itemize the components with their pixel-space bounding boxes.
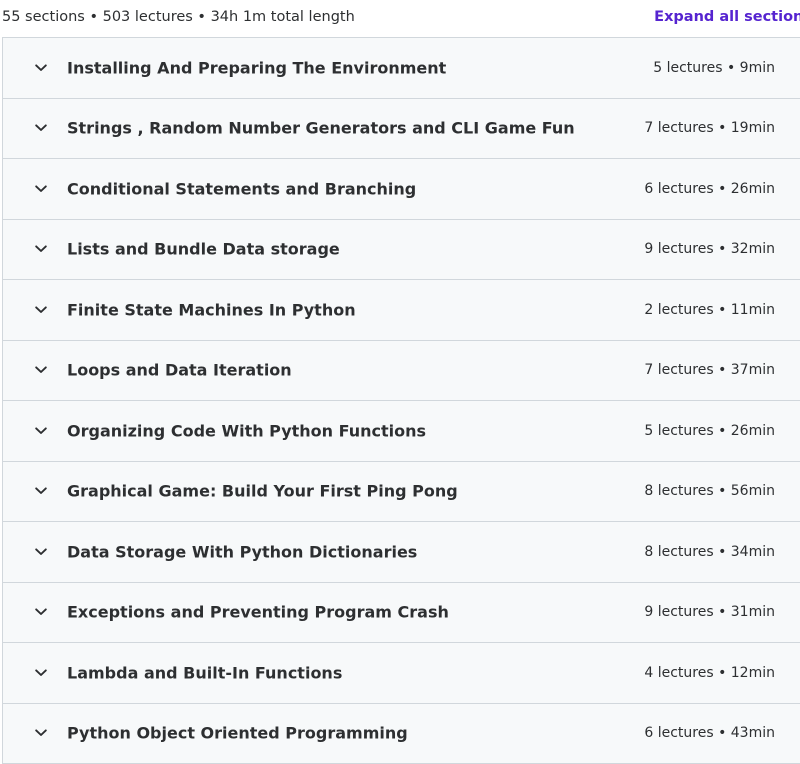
section-lecture-count: 6 lectures • 26min: [644, 181, 775, 197]
curriculum-section[interactable]: Exceptions and Preventing Program Crash 9…: [3, 583, 800, 644]
section-lecture-count: 5 lectures • 9min: [653, 60, 775, 76]
section-title: Finite State Machines In Python: [67, 300, 356, 319]
chevron-down-icon: [34, 242, 48, 256]
curriculum-section-list: Installing And Preparing The Environment…: [2, 37, 800, 764]
chevron-down-icon: [34, 424, 48, 438]
chevron-down-icon: [34, 545, 48, 559]
section-title: Loops and Data Iteration: [67, 361, 292, 380]
chevron-down-icon: [34, 121, 48, 135]
chevron-down-icon: [34, 605, 48, 619]
section-lecture-count: 6 lectures • 43min: [644, 725, 775, 741]
section-lecture-count: 7 lectures • 19min: [644, 120, 775, 136]
section-lecture-count: 9 lectures • 32min: [644, 241, 775, 257]
section-lecture-count: 2 lectures • 11min: [644, 302, 775, 318]
section-title: Conditional Statements and Branching: [67, 179, 416, 198]
section-title: Lists and Bundle Data storage: [67, 240, 340, 259]
curriculum-section[interactable]: Data Storage With Python Dictionaries 8 l…: [3, 522, 800, 583]
curriculum-section[interactable]: Loops and Data Iteration 7 lectures • 37m…: [3, 341, 800, 402]
curriculum-section[interactable]: Graphical Game: Build Your First Ping Po…: [3, 462, 800, 523]
section-lecture-count: 7 lectures • 37min: [644, 362, 775, 378]
section-title: Organizing Code With Python Functions: [67, 421, 426, 440]
chevron-down-icon: [34, 666, 48, 680]
section-title: Data Storage With Python Dictionaries: [67, 542, 417, 561]
section-title: Exceptions and Preventing Program Crash: [67, 603, 449, 622]
section-title: Python Object Oriented Programming: [67, 724, 408, 743]
section-title: Strings , Random Number Generators and C…: [67, 119, 575, 138]
expand-all-sections-button[interactable]: Expand all sections: [654, 9, 800, 25]
curriculum-section[interactable]: Installing And Preparing The Environment…: [3, 38, 800, 99]
curriculum-section[interactable]: Lambda and Built-In Functions 4 lectures …: [3, 643, 800, 704]
section-title: Lambda and Built-In Functions: [67, 663, 342, 682]
section-lecture-count: 8 lectures • 56min: [644, 483, 775, 499]
chevron-down-icon: [34, 726, 48, 740]
section-lecture-count: 8 lectures • 34min: [644, 544, 775, 560]
curriculum-section[interactable]: Finite State Machines In Python 2 lecture…: [3, 280, 800, 341]
section-lecture-count: 4 lectures • 12min: [644, 665, 775, 681]
curriculum-section[interactable]: Python Object Oriented Programming 6 lect…: [3, 704, 800, 764]
chevron-down-icon: [34, 484, 48, 498]
section-title: Installing And Preparing The Environment: [67, 58, 446, 77]
section-lecture-count: 5 lectures • 26min: [644, 423, 775, 439]
curriculum-summary: 55 sections • 503 lectures • 34h 1m tota…: [0, 9, 355, 25]
curriculum-section[interactable]: Strings , Random Number Generators and C…: [3, 99, 800, 160]
chevron-down-icon: [34, 363, 48, 377]
curriculum-section[interactable]: Organizing Code With Python Functions 5 l…: [3, 401, 800, 462]
chevron-down-icon: [34, 61, 48, 75]
curriculum-section[interactable]: Lists and Bundle Data storage 9 lectures …: [3, 220, 800, 281]
chevron-down-icon: [34, 182, 48, 196]
section-lecture-count: 9 lectures • 31min: [644, 604, 775, 620]
curriculum-section[interactable]: Conditional Statements and Branching 6 le…: [3, 159, 800, 220]
section-title: Graphical Game: Build Your First Ping Po…: [67, 482, 458, 501]
curriculum-summary-bar: 55 sections • 503 lectures • 34h 1m tota…: [0, 0, 800, 33]
chevron-down-icon: [34, 303, 48, 317]
